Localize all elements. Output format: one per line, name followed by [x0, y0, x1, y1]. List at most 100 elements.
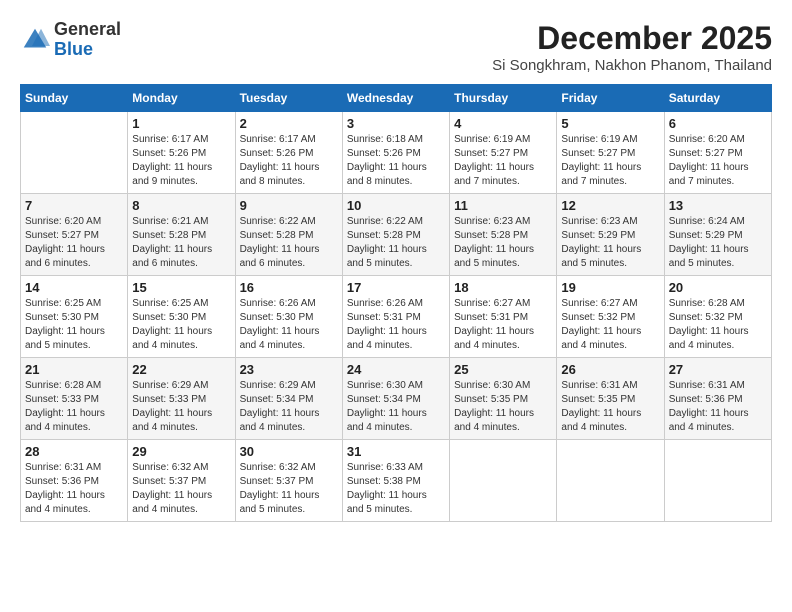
day-info: Sunrise: 6:31 AM Sunset: 5:35 PM Dayligh… — [561, 379, 659, 435]
day-number: 30 — [240, 444, 338, 459]
calendar-cell — [21, 112, 128, 194]
day-header-saturday: Saturday — [664, 85, 771, 112]
day-number: 20 — [669, 280, 767, 295]
calendar-cell: 15 Sunrise: 6:25 AM Sunset: 5:30 PM Dayli… — [128, 276, 235, 358]
day-info: Sunrise: 6:21 AM Sunset: 5:28 PM Dayligh… — [132, 215, 230, 271]
calendar-cell: 20 Sunrise: 6:28 AM Sunset: 5:32 PM Dayli… — [664, 276, 771, 358]
day-number: 29 — [132, 444, 230, 459]
calendar-cell: 17 Sunrise: 6:26 AM Sunset: 5:31 PM Dayli… — [342, 276, 449, 358]
day-number: 25 — [454, 362, 552, 377]
day-number: 9 — [240, 198, 338, 213]
day-number: 17 — [347, 280, 445, 295]
calendar-cell: 13 Sunrise: 6:24 AM Sunset: 5:29 PM Dayli… — [664, 194, 771, 276]
day-info: Sunrise: 6:32 AM Sunset: 5:37 PM Dayligh… — [240, 461, 338, 517]
day-info: Sunrise: 6:33 AM Sunset: 5:38 PM Dayligh… — [347, 461, 445, 517]
calendar-cell: 28Sunrise: 6:31 AM Sunset: 5:36 PM Dayli… — [21, 440, 128, 522]
title-block: December 2025 Si Songkhram, Nakhon Phano… — [492, 20, 772, 74]
day-info: Sunrise: 6:22 AM Sunset: 5:28 PM Dayligh… — [240, 215, 338, 271]
calendar-cell: 11Sunrise: 6:23 AM Sunset: 5:28 PM Dayli… — [450, 194, 557, 276]
calendar-cell: 23 Sunrise: 6:29 AM Sunset: 5:34 PM Dayli… — [235, 358, 342, 440]
day-number: 2 — [240, 116, 338, 131]
day-info: Sunrise: 6:18 AM Sunset: 5:26 PM Dayligh… — [347, 133, 445, 189]
day-number: 1 — [132, 116, 230, 131]
logo-text: General Blue — [54, 20, 121, 60]
day-info: Sunrise: 6:28 AM Sunset: 5:32 PM Dayligh… — [669, 297, 767, 353]
day-info: Sunrise: 6:24 AM Sunset: 5:29 PM Dayligh… — [669, 215, 767, 271]
calendar-cell: 30 Sunrise: 6:32 AM Sunset: 5:37 PM Dayli… — [235, 440, 342, 522]
day-info: Sunrise: 6:27 AM Sunset: 5:31 PM Dayligh… — [454, 297, 552, 353]
calendar-week-row: 7Sunrise: 6:20 AM Sunset: 5:27 PM Daylig… — [21, 194, 772, 276]
calendar-cell: 31 Sunrise: 6:33 AM Sunset: 5:38 PM Dayli… — [342, 440, 449, 522]
calendar-cell: 27Sunrise: 6:31 AM Sunset: 5:36 PM Dayli… — [664, 358, 771, 440]
day-info: Sunrise: 6:17 AM Sunset: 5:26 PM Dayligh… — [132, 133, 230, 189]
location-title: Si Songkhram, Nakhon Phanom, Thailand — [492, 57, 772, 74]
day-info: Sunrise: 6:26 AM Sunset: 5:31 PM Dayligh… — [347, 297, 445, 353]
logo-general: General — [54, 20, 121, 40]
day-info: Sunrise: 6:23 AM Sunset: 5:29 PM Dayligh… — [561, 215, 659, 271]
day-number: 10 — [347, 198, 445, 213]
day-info: Sunrise: 6:32 AM Sunset: 5:37 PM Dayligh… — [132, 461, 230, 517]
day-info: Sunrise: 6:23 AM Sunset: 5:28 PM Dayligh… — [454, 215, 552, 271]
month-title: December 2025 — [492, 20, 772, 57]
day-number: 14 — [25, 280, 123, 295]
day-number: 6 — [669, 116, 767, 131]
day-info: Sunrise: 6:29 AM Sunset: 5:34 PM Dayligh… — [240, 379, 338, 435]
page-header: General Blue December 2025 Si Songkhram,… — [20, 20, 772, 74]
day-number: 8 — [132, 198, 230, 213]
calendar-cell: 18 Sunrise: 6:27 AM Sunset: 5:31 PM Dayli… — [450, 276, 557, 358]
calendar-cell: 7Sunrise: 6:20 AM Sunset: 5:27 PM Daylig… — [21, 194, 128, 276]
calendar-cell: 22 Sunrise: 6:29 AM Sunset: 5:33 PM Dayli… — [128, 358, 235, 440]
calendar-cell: 5 Sunrise: 6:19 AM Sunset: 5:27 PM Daylig… — [557, 112, 664, 194]
calendar-cell: 16 Sunrise: 6:26 AM Sunset: 5:30 PM Dayli… — [235, 276, 342, 358]
calendar-cell: 8 Sunrise: 6:21 AM Sunset: 5:28 PM Daylig… — [128, 194, 235, 276]
day-number: 24 — [347, 362, 445, 377]
day-number: 3 — [347, 116, 445, 131]
logo-blue: Blue — [54, 40, 121, 60]
calendar-cell: 6 Sunrise: 6:20 AM Sunset: 5:27 PM Daylig… — [664, 112, 771, 194]
calendar-cell: 12 Sunrise: 6:23 AM Sunset: 5:29 PM Dayli… — [557, 194, 664, 276]
day-info: Sunrise: 6:28 AM Sunset: 5:33 PM Dayligh… — [25, 379, 123, 435]
calendar-cell: 29 Sunrise: 6:32 AM Sunset: 5:37 PM Dayli… — [128, 440, 235, 522]
calendar-week-row: 1 Sunrise: 6:17 AM Sunset: 5:26 PM Daylig… — [21, 112, 772, 194]
day-number: 13 — [669, 198, 767, 213]
day-info: Sunrise: 6:25 AM Sunset: 5:30 PM Dayligh… — [132, 297, 230, 353]
day-number: 27 — [669, 362, 767, 377]
calendar-cell — [557, 440, 664, 522]
calendar-cell: 1 Sunrise: 6:17 AM Sunset: 5:26 PM Daylig… — [128, 112, 235, 194]
day-header-wednesday: Wednesday — [342, 85, 449, 112]
day-info: Sunrise: 6:30 AM Sunset: 5:34 PM Dayligh… — [347, 379, 445, 435]
calendar-cell: 4Sunrise: 6:19 AM Sunset: 5:27 PM Daylig… — [450, 112, 557, 194]
day-number: 22 — [132, 362, 230, 377]
day-info: Sunrise: 6:22 AM Sunset: 5:28 PM Dayligh… — [347, 215, 445, 271]
calendar-header-row: SundayMondayTuesdayWednesdayThursdayFrid… — [21, 85, 772, 112]
day-info: Sunrise: 6:29 AM Sunset: 5:33 PM Dayligh… — [132, 379, 230, 435]
calendar-cell: 19Sunrise: 6:27 AM Sunset: 5:32 PM Dayli… — [557, 276, 664, 358]
day-number: 16 — [240, 280, 338, 295]
day-info: Sunrise: 6:19 AM Sunset: 5:27 PM Dayligh… — [561, 133, 659, 189]
day-info: Sunrise: 6:17 AM Sunset: 5:26 PM Dayligh… — [240, 133, 338, 189]
calendar-cell: 14 Sunrise: 6:25 AM Sunset: 5:30 PM Dayli… — [21, 276, 128, 358]
day-info: Sunrise: 6:26 AM Sunset: 5:30 PM Dayligh… — [240, 297, 338, 353]
calendar-cell: 21 Sunrise: 6:28 AM Sunset: 5:33 PM Dayli… — [21, 358, 128, 440]
day-number: 21 — [25, 362, 123, 377]
day-info: Sunrise: 6:20 AM Sunset: 5:27 PM Dayligh… — [669, 133, 767, 189]
day-info: Sunrise: 6:25 AM Sunset: 5:30 PM Dayligh… — [25, 297, 123, 353]
day-number: 26 — [561, 362, 659, 377]
day-number: 12 — [561, 198, 659, 213]
day-number: 23 — [240, 362, 338, 377]
logo-icon — [20, 25, 50, 55]
calendar-cell: 10 Sunrise: 6:22 AM Sunset: 5:28 PM Dayli… — [342, 194, 449, 276]
calendar-table: SundayMondayTuesdayWednesdayThursdayFrid… — [20, 84, 772, 522]
day-number: 18 — [454, 280, 552, 295]
day-number: 31 — [347, 444, 445, 459]
day-info: Sunrise: 6:19 AM Sunset: 5:27 PM Dayligh… — [454, 133, 552, 189]
day-info: Sunrise: 6:27 AM Sunset: 5:32 PM Dayligh… — [561, 297, 659, 353]
day-number: 15 — [132, 280, 230, 295]
calendar-cell: 25Sunrise: 6:30 AM Sunset: 5:35 PM Dayli… — [450, 358, 557, 440]
calendar-week-row: 14 Sunrise: 6:25 AM Sunset: 5:30 PM Dayli… — [21, 276, 772, 358]
day-number: 5 — [561, 116, 659, 131]
day-header-tuesday: Tuesday — [235, 85, 342, 112]
day-number: 28 — [25, 444, 123, 459]
day-header-monday: Monday — [128, 85, 235, 112]
calendar-cell: 9 Sunrise: 6:22 AM Sunset: 5:28 PM Daylig… — [235, 194, 342, 276]
